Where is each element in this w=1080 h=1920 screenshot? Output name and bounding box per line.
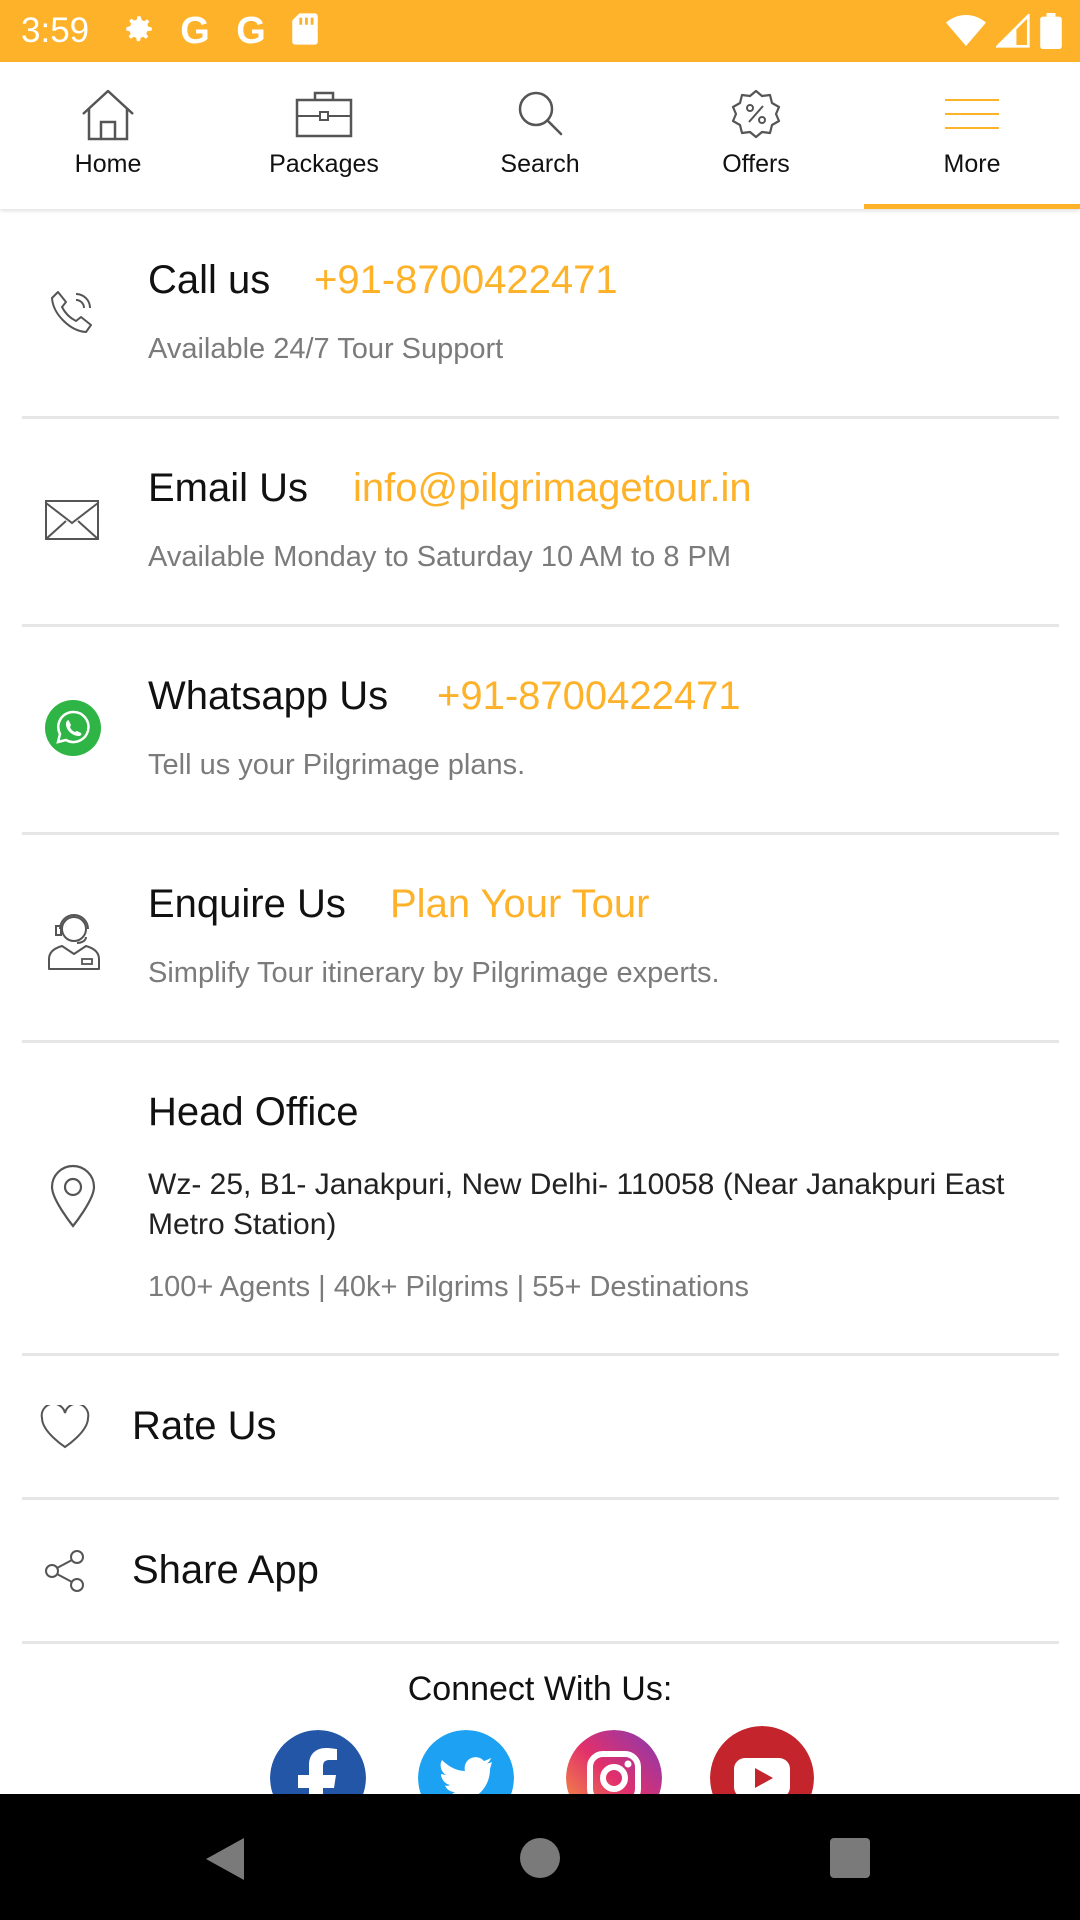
mail-icon — [44, 497, 100, 543]
tab-offers[interactable]: Offers — [648, 62, 864, 209]
call-us-title: Call us — [148, 258, 271, 302]
whatsapp-us-subtitle: Tell us your Pilgrimage plans. — [148, 749, 526, 781]
enquire-us-title: Enquire Us — [148, 882, 346, 926]
tab-home-label: Home — [74, 150, 142, 178]
recents-icon[interactable] — [830, 1838, 870, 1878]
google-g-icon: G — [236, 10, 266, 52]
tab-home[interactable]: Home — [0, 62, 216, 209]
whatsapp-icon — [44, 699, 102, 757]
email-address-link[interactable]: info@pilgrimagetour.in — [353, 466, 752, 511]
status-left-icons: G G — [122, 11, 320, 51]
active-tab-indicator — [864, 204, 1080, 209]
search-icon — [432, 88, 648, 144]
tab-search-label: Search — [500, 150, 580, 178]
back-icon[interactable] — [204, 1836, 246, 1887]
tab-offers-label: Offers — [722, 150, 790, 178]
whatsapp-us-row[interactable]: Whatsapp Us +91-8700422471 Tell us your … — [22, 627, 1059, 835]
email-us-row[interactable]: Email Us info@pilgrimagetour.in Availabl… — [22, 419, 1059, 627]
rate-us-label: Rate Us — [132, 1404, 277, 1448]
head-office-stats: 100+ Agents | 40k+ Pilgrims | 55+ Destin… — [148, 1271, 750, 1303]
home-circle-icon[interactable] — [520, 1838, 560, 1878]
head-office-address: Wz- 25, B1- Janakpuri, New Delhi- 110058… — [148, 1168, 1005, 1241]
google-g-icon: G — [180, 10, 210, 52]
status-time: 3:59 — [21, 11, 90, 50]
status-bar: 3:59 G G — [0, 0, 1080, 62]
battery-icon — [1040, 13, 1062, 54]
sd-card-icon — [290, 12, 320, 51]
signal-icon — [994, 12, 1030, 53]
location-pin-icon — [48, 1163, 98, 1229]
status-right-icons — [946, 12, 1062, 54]
tab-packages[interactable]: Packages — [216, 62, 432, 209]
tab-search[interactable]: Search — [432, 62, 648, 209]
wifi-icon — [946, 14, 986, 53]
plan-your-tour-link[interactable]: Plan Your Tour — [390, 882, 649, 927]
share-app-row[interactable]: Share App — [22, 1500, 1059, 1644]
email-us-title: Email Us — [148, 466, 309, 510]
head-office-title: Head Office — [148, 1090, 359, 1134]
phone-icon — [46, 286, 98, 338]
tab-packages-label: Packages — [269, 150, 379, 178]
call-us-subtitle: Available 24/7 Tour Support — [148, 333, 504, 365]
top-nav: Home Packages Search Offers More — [0, 62, 1080, 209]
head-office-row: Head Office Wz- 25, B1- Janakpuri, New D… — [22, 1043, 1059, 1356]
tab-more[interactable]: More — [864, 62, 1080, 209]
call-us-phone-link[interactable]: +91-8700422471 — [314, 258, 618, 303]
android-nav-bar — [0, 1794, 1080, 1920]
heart-icon — [40, 1404, 90, 1450]
connect-with-us-label: Connect With Us: — [407, 1670, 673, 1708]
enquire-us-row[interactable]: Enquire Us Plan Your Tour Simplify Tour … — [22, 835, 1059, 1043]
email-us-subtitle: Available Monday to Saturday 10 AM to 8 … — [148, 541, 732, 573]
rate-us-row[interactable]: Rate Us — [22, 1356, 1059, 1500]
whatsapp-us-title: Whatsapp Us — [148, 674, 389, 718]
tab-more-label: More — [943, 150, 1001, 178]
whatsapp-phone-link[interactable]: +91-8700422471 — [437, 674, 741, 719]
support-agent-icon — [44, 905, 104, 971]
share-app-label: Share App — [132, 1548, 319, 1592]
enquire-us-subtitle: Simplify Tour itinerary by Pilgrimage ex… — [148, 957, 720, 989]
gear-icon — [122, 12, 156, 51]
call-us-row[interactable]: Call us +91-8700422471 Available 24/7 To… — [22, 211, 1059, 419]
menu-icon — [864, 88, 1080, 144]
share-icon — [42, 1548, 88, 1594]
offers-badge-icon — [648, 88, 864, 144]
home-icon — [0, 88, 216, 144]
briefcase-icon — [216, 88, 432, 144]
